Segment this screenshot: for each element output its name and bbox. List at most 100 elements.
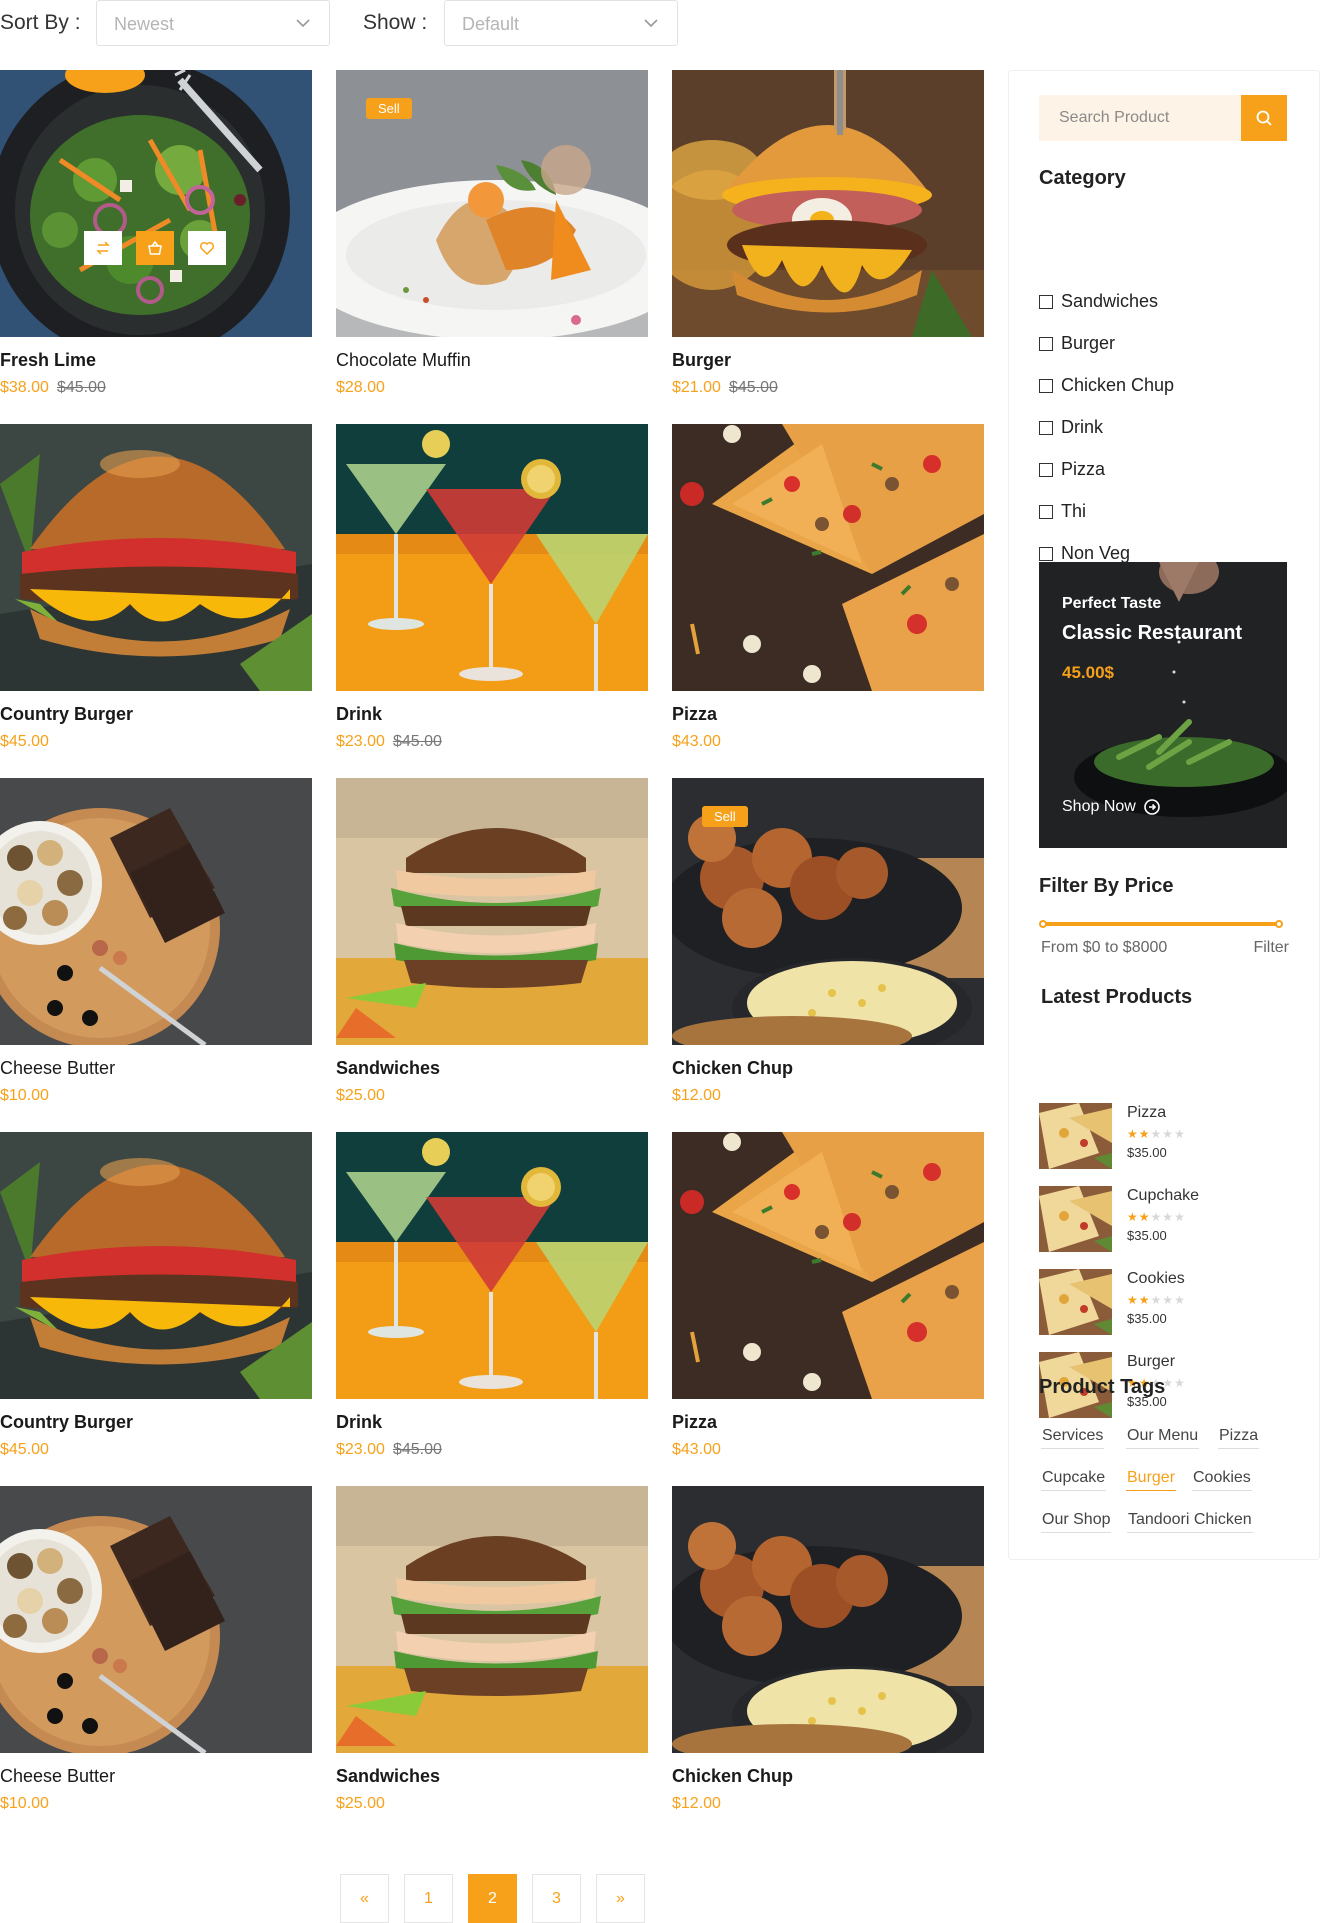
- category-checkbox[interactable]: [1039, 294, 1053, 309]
- product-card[interactable]: Fresh Lime $38.00 $45.00: [0, 70, 312, 396]
- latest-product-thumb[interactable]: [1039, 1186, 1112, 1252]
- product-tag[interactable]: Cupcake: [1041, 1469, 1107, 1491]
- next-page-button[interactable]: »: [596, 1874, 645, 1923]
- compare-button[interactable]: [84, 231, 122, 265]
- product-name[interactable]: Pizza: [672, 1412, 717, 1433]
- category-checkbox[interactable]: [1039, 336, 1053, 351]
- product-image[interactable]: [0, 1486, 312, 1753]
- product-tag[interactable]: Tandoori Chicken: [1127, 1511, 1253, 1533]
- product-tag[interactable]: Our Shop: [1041, 1511, 1112, 1533]
- search-box: [1039, 95, 1287, 141]
- category-item[interactable]: Non Veg: [1039, 543, 1130, 564]
- product-image[interactable]: [672, 70, 984, 337]
- product-image[interactable]: [672, 1486, 984, 1753]
- product-name[interactable]: Chicken Chup: [672, 1058, 793, 1079]
- category-item[interactable]: Thi: [1039, 501, 1086, 522]
- product-card[interactable]: Sandwiches $25.00: [336, 778, 648, 1104]
- latest-product-item[interactable]: Pizza ★★★★★ $35.00: [1039, 1103, 1289, 1173]
- page-1-button[interactable]: 1: [404, 1874, 453, 1923]
- category-item[interactable]: Burger: [1039, 333, 1115, 354]
- product-card[interactable]: Drink $23.00 $45.00: [336, 1132, 648, 1458]
- product-card[interactable]: Country Burger $45.00: [0, 424, 312, 750]
- shop-now-link[interactable]: Shop Now: [1062, 798, 1161, 816]
- product-name[interactable]: Chocolate Muffin: [336, 350, 471, 371]
- product-tag[interactable]: Services: [1041, 1427, 1105, 1449]
- latest-product-name[interactable]: Cookies: [1127, 1270, 1185, 1288]
- promo-title: Classic Restaurant: [1062, 622, 1243, 644]
- product-card[interactable]: Country Burger $45.00: [0, 1132, 312, 1458]
- product-card[interactable]: Pizza $43.00: [672, 424, 984, 750]
- latest-product-name[interactable]: Burger: [1127, 1353, 1175, 1371]
- product-image[interactable]: [0, 1132, 312, 1399]
- latest-product-name[interactable]: Pizza: [1127, 1104, 1166, 1122]
- add-to-cart-button[interactable]: [136, 231, 174, 265]
- product-tag[interactable]: Burger: [1126, 1469, 1177, 1491]
- product-name[interactable]: Drink: [336, 704, 382, 725]
- category-checkbox[interactable]: [1039, 546, 1053, 561]
- product-image[interactable]: [336, 778, 648, 1045]
- product-card[interactable]: Sell Chicken Chup $12.00: [672, 778, 984, 1104]
- latest-product-name[interactable]: Cupchake: [1127, 1187, 1199, 1205]
- latest-product-item[interactable]: Cupchake ★★★★★ $35.00: [1039, 1186, 1289, 1256]
- latest-product-thumb[interactable]: [1039, 1269, 1112, 1335]
- product-image[interactable]: [0, 70, 312, 337]
- product-price: $25.00: [336, 1087, 385, 1104]
- page-3-button[interactable]: 3: [532, 1874, 581, 1923]
- latest-product-item[interactable]: Cookies ★★★★★ $35.00: [1039, 1269, 1289, 1339]
- product-tag[interactable]: Pizza: [1218, 1427, 1260, 1449]
- product-card[interactable]: Chicken Chup $12.00: [672, 1486, 984, 1812]
- product-tag[interactable]: Our Menu: [1126, 1427, 1200, 1449]
- product-card[interactable]: Sandwiches $25.00: [336, 1486, 648, 1812]
- product-image[interactable]: [0, 778, 312, 1045]
- product-card[interactable]: Cheese Butter $10.00: [0, 778, 312, 1104]
- product-image[interactable]: [336, 1132, 648, 1399]
- category-item[interactable]: Sandwiches: [1039, 291, 1158, 312]
- latest-product-thumb[interactable]: [1039, 1103, 1112, 1169]
- product-name[interactable]: Fresh Lime: [0, 350, 96, 371]
- product-prices: $12.00: [672, 1795, 721, 1813]
- product-image[interactable]: [672, 1132, 984, 1399]
- show-select[interactable]: Default: [444, 0, 678, 46]
- range-max-handle[interactable]: [1275, 920, 1283, 928]
- product-image[interactable]: [336, 1486, 648, 1753]
- product-name[interactable]: Sandwiches: [336, 1058, 440, 1079]
- product-card[interactable]: Cheese Butter $10.00: [0, 1486, 312, 1812]
- wishlist-button[interactable]: [188, 231, 226, 265]
- product-card[interactable]: Sell Chocolate Muffin $28.00: [336, 70, 648, 396]
- range-track: [1041, 922, 1281, 926]
- product-card[interactable]: Pizza $43.00: [672, 1132, 984, 1458]
- category-checkbox[interactable]: [1039, 462, 1053, 477]
- product-name[interactable]: Chicken Chup: [672, 1766, 793, 1787]
- product-name[interactable]: Burger: [672, 350, 731, 371]
- product-image[interactable]: Sell: [672, 778, 984, 1045]
- range-min-handle[interactable]: [1039, 920, 1047, 928]
- product-name[interactable]: Cheese Butter: [0, 1058, 115, 1079]
- product-image[interactable]: [0, 424, 312, 691]
- product-name[interactable]: Sandwiches: [336, 1766, 440, 1787]
- product-image[interactable]: Sell: [336, 70, 648, 337]
- product-name[interactable]: Pizza: [672, 704, 717, 725]
- category-item[interactable]: Pizza: [1039, 459, 1105, 480]
- product-tag[interactable]: Cookies: [1192, 1469, 1252, 1491]
- category-checkbox[interactable]: [1039, 420, 1053, 435]
- filter-button[interactable]: Filter: [1253, 939, 1289, 957]
- prev-page-button[interactable]: «: [340, 1874, 389, 1923]
- sort-select[interactable]: Newest: [96, 0, 330, 46]
- product-name[interactable]: Country Burger: [0, 704, 133, 725]
- category-checkbox[interactable]: [1039, 378, 1053, 393]
- product-image[interactable]: [336, 424, 648, 691]
- category-item[interactable]: Chicken Chup: [1039, 375, 1174, 396]
- product-name[interactable]: Country Burger: [0, 1412, 133, 1433]
- product-card[interactable]: Drink $23.00 $45.00: [336, 424, 648, 750]
- product-name[interactable]: Cheese Butter: [0, 1766, 115, 1787]
- price-range-slider[interactable]: [1039, 920, 1283, 928]
- product-name[interactable]: Drink: [336, 1412, 382, 1433]
- product-image[interactable]: [672, 424, 984, 691]
- category-checkbox[interactable]: [1039, 504, 1053, 519]
- search-button[interactable]: [1241, 95, 1287, 141]
- category-item[interactable]: Drink: [1039, 417, 1103, 438]
- page-2-button[interactable]: 2: [468, 1874, 517, 1923]
- promo-banner[interactable]: Perfect Taste Classic Restaurant 45.00$ …: [1039, 562, 1287, 848]
- search-input[interactable]: [1039, 95, 1241, 141]
- product-card[interactable]: Burger $21.00 $45.00: [672, 70, 984, 396]
